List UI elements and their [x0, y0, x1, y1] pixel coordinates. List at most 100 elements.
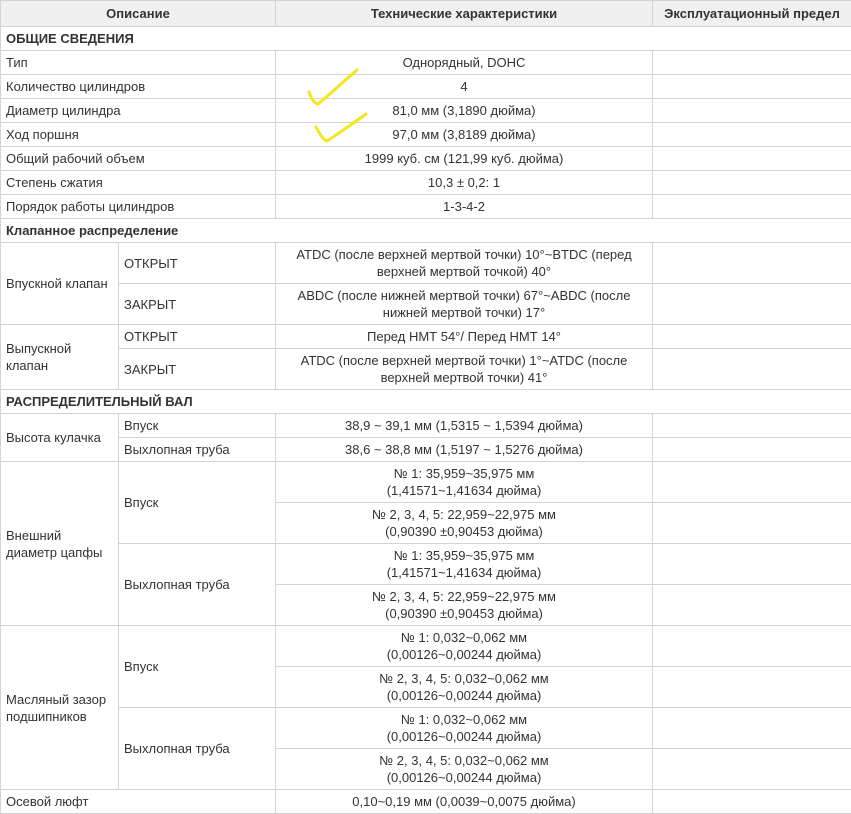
row-label: Тип	[1, 51, 276, 75]
row-limit	[653, 749, 851, 790]
table-row: Степень сжатия 10,3 ± 0,2: 1	[1, 171, 851, 195]
exhaust-open-label: ОТКРЫТ	[119, 325, 276, 349]
table-row: Выхлопная труба № 1: 35,959~35,975 мм (1…	[1, 544, 851, 585]
row-value: 97,0 мм (3,8189 дюйма)	[276, 123, 653, 147]
row-limit	[653, 544, 851, 585]
row-limit	[653, 503, 851, 544]
oil-clearance-intake-no1: № 1: 0,032~0,062 мм (0,00126~0,00244 дюй…	[276, 626, 653, 667]
row-label: Общий рабочий объем	[1, 147, 276, 171]
value-line: № 2, 3, 4, 5: 22,959~22,975 мм	[281, 506, 647, 523]
table-row: Диаметр цилиндра 81,0 мм (3,1890 дюйма)	[1, 99, 851, 123]
value-line: (1,41571~1,41634 дюйма)	[281, 482, 647, 499]
row-limit	[653, 75, 851, 99]
table-row: Выхлопная труба № 1: 0,032~0,062 мм (0,0…	[1, 708, 851, 749]
table-row: Внешний диаметр цапфы Впуск № 1: 35,959~…	[1, 462, 851, 503]
journal-od-exhaust-no2: № 2, 3, 4, 5: 22,959~22,975 мм (0,90390 …	[276, 585, 653, 626]
table-row: Высота кулачка Впуск 38,9 ~ 39,1 мм (1,5…	[1, 414, 851, 438]
value-line: (1,41571~1,41634 дюйма)	[281, 564, 647, 581]
table-row: ЗАКРЫТ ATDC (после верхней мертвой точки…	[1, 349, 851, 390]
row-limit	[653, 195, 851, 219]
row-limit	[653, 585, 851, 626]
row-limit	[653, 147, 851, 171]
row-label: Количество цилиндров	[1, 75, 276, 99]
journal-od-label: Внешний диаметр цапфы	[1, 462, 119, 626]
row-limit	[653, 51, 851, 75]
exhaust-open-value: Перед НМТ 54°/ Перед НМТ 14°	[276, 325, 653, 349]
header-specs: Технические характеристики	[276, 1, 653, 27]
value-line: № 1: 35,959~35,975 мм	[281, 465, 647, 482]
row-limit	[653, 123, 851, 147]
journal-od-exhaust-no1: № 1: 35,959~35,975 мм (1,41571~1,41634 д…	[276, 544, 653, 585]
row-limit	[653, 667, 851, 708]
journal-od-intake-no2: № 2, 3, 4, 5: 22,959~22,975 мм (0,90390 …	[276, 503, 653, 544]
value-line: (0,00126~0,00244 дюйма)	[281, 646, 647, 663]
header-limit: Эксплуатационный предел	[653, 1, 851, 27]
value-line: № 1: 0,032~0,062 мм	[281, 711, 647, 728]
table-row: Количество цилиндров 4	[1, 75, 851, 99]
table-row: Осевой люфт 0,10~0,19 мм (0,0039~0,0075 …	[1, 790, 851, 814]
row-limit	[653, 708, 851, 749]
journal-od-exhaust-label: Выхлопная труба	[119, 544, 276, 626]
row-label: Диаметр цилиндра	[1, 99, 276, 123]
table-row: Ход поршня 97,0 мм (3,8189 дюйма)	[1, 123, 851, 147]
cam-height-label: Высота кулачка	[1, 414, 119, 462]
table-row: Впускной клапан ОТКРЫТ ATDC (после верхн…	[1, 243, 851, 284]
end-play-value: 0,10~0,19 мм (0,0039~0,0075 дюйма)	[276, 790, 653, 814]
spec-table: Описание Технические характеристики Эксп…	[0, 0, 851, 814]
cam-height-intake-label: Впуск	[119, 414, 276, 438]
header-description: Описание	[1, 1, 276, 27]
row-value: 1999 куб. см (121,99 куб. дюйма)	[276, 147, 653, 171]
row-limit	[653, 325, 851, 349]
intake-valve-label: Впускной клапан	[1, 243, 119, 325]
row-limit	[653, 790, 851, 814]
section-title-valve-timing: Клапанное распределение	[1, 219, 851, 243]
table-row: Масляный зазор подшипников Впуск № 1: 0,…	[1, 626, 851, 667]
intake-close-value: ABDC (после нижней мертвой точки) 67°~AB…	[276, 284, 653, 325]
row-limit	[653, 349, 851, 390]
value-line: (0,00126~0,00244 дюйма)	[281, 687, 647, 704]
intake-close-label: ЗАКРЫТ	[119, 284, 276, 325]
row-label: Порядок работы цилиндров	[1, 195, 276, 219]
end-play-label: Осевой люфт	[1, 790, 276, 814]
oil-clearance-exhaust-no2: № 2, 3, 4, 5: 0,032~0,062 мм (0,00126~0,…	[276, 749, 653, 790]
table-row: Порядок работы цилиндров 1-3-4-2	[1, 195, 851, 219]
row-limit	[653, 462, 851, 503]
journal-od-intake-no1: № 1: 35,959~35,975 мм (1,41571~1,41634 д…	[276, 462, 653, 503]
row-limit	[653, 243, 851, 284]
row-label: Степень сжатия	[1, 171, 276, 195]
table-row: Тип Однорядный, DOHC	[1, 51, 851, 75]
row-value: 10,3 ± 0,2: 1	[276, 171, 653, 195]
row-limit	[653, 414, 851, 438]
row-label: Ход поршня	[1, 123, 276, 147]
exhaust-close-label: ЗАКРЫТ	[119, 349, 276, 390]
value-line: (0,90390 ±0,90453 дюйма)	[281, 523, 647, 540]
table-row: Выхлопная труба 38,6 ~ 38,8 мм (1,5197 ~…	[1, 438, 851, 462]
section-title-general: ОБЩИЕ СВЕДЕНИЯ	[1, 27, 851, 51]
exhaust-close-value: ATDC (после верхней мертвой точки) 1°~AT…	[276, 349, 653, 390]
section-row: Клапанное распределение	[1, 219, 851, 243]
table-header-row: Описание Технические характеристики Эксп…	[1, 1, 851, 27]
row-limit	[653, 626, 851, 667]
exhaust-valve-label: Выпускной клапан	[1, 325, 119, 390]
row-value: 1-3-4-2	[276, 195, 653, 219]
value-line: № 1: 0,032~0,062 мм	[281, 629, 647, 646]
row-value: Однорядный, DOHC	[276, 51, 653, 75]
row-value: 81,0 мм (3,1890 дюйма)	[276, 99, 653, 123]
cam-height-exhaust-value: 38,6 ~ 38,8 мм (1,5197 ~ 1,5276 дюйма)	[276, 438, 653, 462]
value-line: (0,90390 ±0,90453 дюйма)	[281, 605, 647, 622]
row-limit	[653, 171, 851, 195]
row-value: 4	[276, 75, 653, 99]
table-row: Общий рабочий объем 1999 куб. см (121,99…	[1, 147, 851, 171]
section-title-camshaft: РАСПРЕДЕЛИТЕЛЬНЫЙ ВАЛ	[1, 390, 851, 414]
value-line: № 2, 3, 4, 5: 22,959~22,975 мм	[281, 588, 647, 605]
intake-open-value: ATDC (после верхней мертвой точки) 10°~B…	[276, 243, 653, 284]
oil-clearance-label: Масляный зазор подшипников	[1, 626, 119, 790]
table-row: ЗАКРЫТ ABDC (после нижней мертвой точки)…	[1, 284, 851, 325]
value-line: № 2, 3, 4, 5: 0,032~0,062 мм	[281, 670, 647, 687]
value-line: (0,00126~0,00244 дюйма)	[281, 769, 647, 786]
oil-clearance-exhaust-no1: № 1: 0,032~0,062 мм (0,00126~0,00244 дюй…	[276, 708, 653, 749]
section-row: РАСПРЕДЕЛИТЕЛЬНЫЙ ВАЛ	[1, 390, 851, 414]
cam-height-intake-value: 38,9 ~ 39,1 мм (1,5315 ~ 1,5394 дюйма)	[276, 414, 653, 438]
value-line: № 2, 3, 4, 5: 0,032~0,062 мм	[281, 752, 647, 769]
section-row: ОБЩИЕ СВЕДЕНИЯ	[1, 27, 851, 51]
